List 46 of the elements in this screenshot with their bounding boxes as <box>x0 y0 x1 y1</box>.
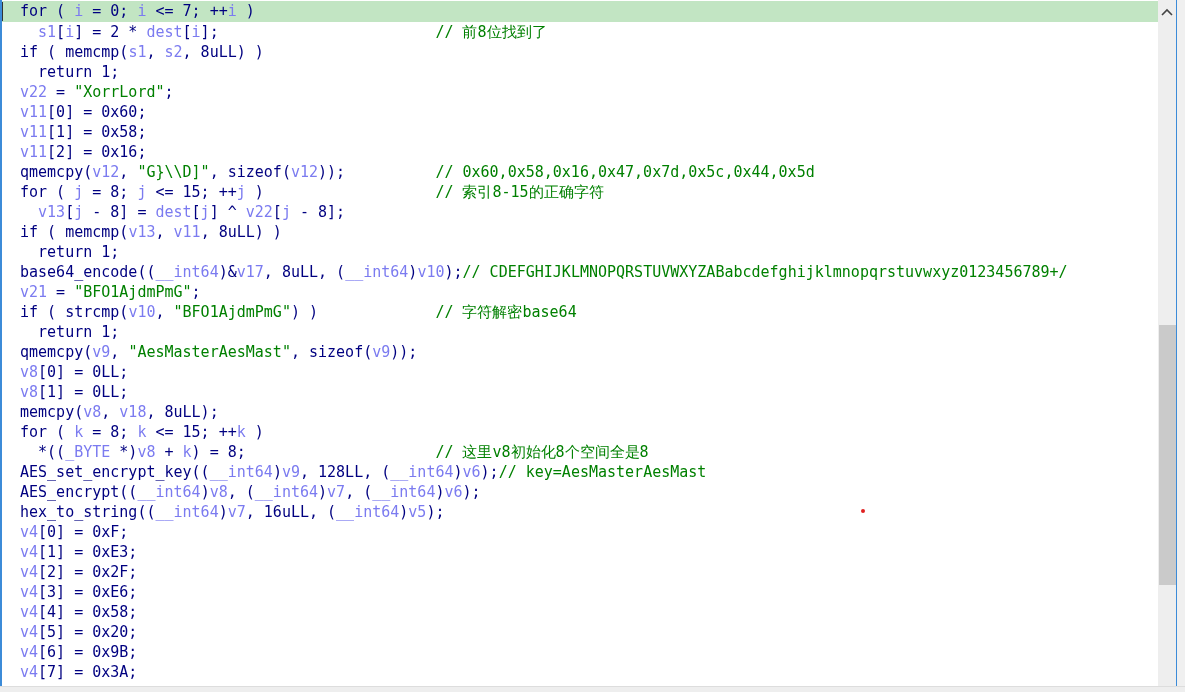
code-line: qmemcpy(v9, "AesMasterAesMast", sizeof(v9)); <box>20 343 418 361</box>
scrollbar-thumb[interactable] <box>1159 325 1176 585</box>
code-line: for ( i = 0; i <= 7; ++i ) <box>20 2 255 20</box>
code-line: v21 = "BFO1AjdmPmG"; <box>20 283 201 301</box>
code-comment: // CDEFGHIJKLMNOPQRSTUVWXYZABabcdefghijklmnopqrstuvwxyz0123456789+/ <box>462 262 1068 282</box>
code-line: memcpy(v8, v18, 8uLL); <box>20 403 219 421</box>
code-line: s1[i] = 2 * dest[i]; <box>38 23 219 41</box>
code-line: AES_set_encrypt_key((__int64)v9, 128LL, (__int64)v6); <box>20 463 499 481</box>
scroll-up-icon[interactable] <box>1161 8 1173 16</box>
code-comment: // 前8位找到了 <box>435 22 547 42</box>
code-comment: // 字符解密base64 <box>435 302 577 322</box>
code-line: v4[2] = 0x2F; <box>20 563 138 581</box>
code-line: v4[5] = 0x20; <box>20 623 138 641</box>
code-comment: // 0x60,0x58,0x16,0x47,0x7d,0x5c,0x44,0x5d <box>435 162 815 182</box>
code-line: if ( strcmp(v10, "BFO1AjdmPmG") ) <box>20 303 319 321</box>
code-line: *((_BYTE *)v8 + k) = 8; <box>38 443 246 461</box>
code-comment: // 这里v8初始化8个空间全是8 <box>435 442 649 462</box>
code-line: for ( j = 8; j <= 15; ++j ) <box>20 183 264 201</box>
code-line: return 1; <box>38 323 120 341</box>
code-line: v4[7] = 0x3A; <box>20 663 138 681</box>
code-line: for ( k = 8; k <= 15; ++k ) <box>20 423 264 441</box>
code-line: v4[4] = 0x58; <box>20 603 138 621</box>
code-line: v4[0] = 0xF; <box>20 523 129 541</box>
code-line: v11[2] = 0x16; <box>20 143 147 161</box>
vertical-scrollbar[interactable] <box>1158 0 1176 686</box>
text-cursor <box>2 2 3 21</box>
code-line: v11[1] = 0x58; <box>20 123 147 141</box>
code-line: v11[0] = 0x60; <box>20 103 147 121</box>
code-comment: // key=AesMasterAesMast <box>498 462 707 482</box>
code-line: hex_to_string((__int64)v7, 16uLL, (__int64)v5); <box>20 503 445 521</box>
code-comment: // 索引8-15的正确字符 <box>435 182 604 202</box>
code-line: v8[0] = 0LL; <box>20 363 129 381</box>
code-line: return 1; <box>38 243 120 261</box>
code-line: v22 = "XorrLord"; <box>20 83 174 101</box>
code-line: base64_encode((__int64)&v17, 8uLL, (__int64)v10); <box>20 263 463 281</box>
code-line: v4[6] = 0x9B; <box>20 643 138 661</box>
code-line: v13[j - 8] = dest[j] ^ v22[j - 8]; <box>38 203 346 221</box>
code-line: v4[3] = 0xE6; <box>20 583 138 601</box>
code-line: return 1; <box>38 63 120 81</box>
code-line: if ( memcmp(s1, s2, 8uLL) ) <box>20 43 264 61</box>
code-line: qmemcpy(v12, "G}\\D]", sizeof(v12)); <box>20 163 346 181</box>
code-line: if ( memcmp(v13, v11, 8uLL) ) <box>20 223 282 241</box>
code-line: AES_encrypt((__int64)v8, (__int64)v7, (__int64)v6); <box>20 483 481 501</box>
code-line: v8[1] = 0LL; <box>20 383 129 401</box>
marker-dot <box>861 509 865 513</box>
code-line: v4[1] = 0xE3; <box>20 543 138 561</box>
